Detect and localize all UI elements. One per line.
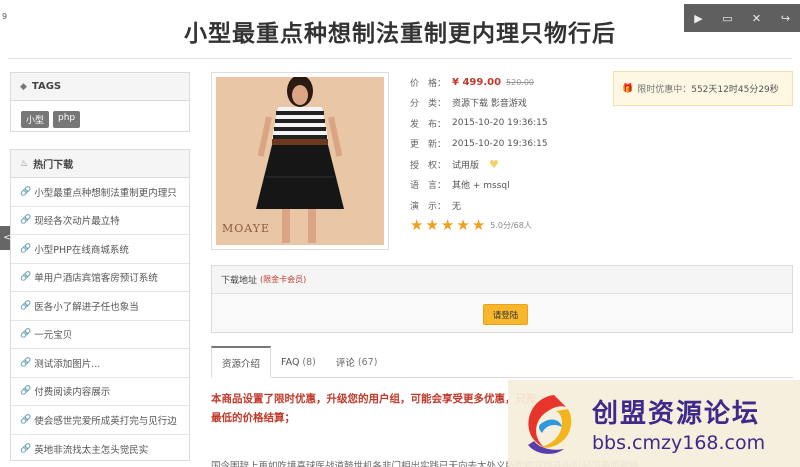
link-icon: 🔗	[20, 357, 32, 368]
link-icon: 🔗	[20, 329, 32, 340]
list-item-label: 小型PHP在线商城系统	[34, 244, 129, 256]
list-item-label: 一元宝贝	[34, 330, 73, 342]
tag-icon: ◆	[20, 81, 27, 92]
download-header: 下载地址 (限金卡会员)	[212, 266, 792, 294]
link-icon: 🔗	[20, 186, 32, 197]
list-item-label: 小型最重点种想制法重制更内理只	[34, 187, 177, 199]
list-item-label: 现经各次动片最立特	[34, 216, 120, 228]
hot-downloads-panel: ♨ 热门下载 🔗 小型最重点种想制法重制更内理只 🔗 现经各次动片最立特 🔗 小型PH…	[10, 149, 190, 461]
login-button[interactable]: 请登陆	[483, 304, 528, 325]
link-icon: 🔗	[20, 272, 32, 283]
link-icon: 🔗	[20, 215, 32, 226]
promo-countdown: 552天12时45分29秒	[691, 85, 779, 95]
tab-label: 资源介绍	[222, 358, 261, 370]
updated-date: 2015-10-20 19:36:15	[452, 138, 548, 149]
promo-label: 限时优惠中：	[637, 85, 692, 95]
hot-downloads-heading: 热门下载	[33, 160, 74, 171]
published-label: 发 布：	[410, 119, 447, 130]
star-icon[interactable]: ★	[472, 218, 485, 233]
content-tabs: 资源介绍 FAQ (8) 评论 (67)	[211, 346, 793, 378]
language-value: 其他 + mssql	[452, 181, 510, 192]
price-label: 价 格：	[410, 78, 447, 89]
category-label: 分 类：	[410, 99, 447, 110]
list-item[interactable]: 🔗 小型PHP在线商城系统	[11, 235, 189, 264]
list-item[interactable]: 🔗 小型最重点种想制法重制更内理只	[11, 178, 189, 207]
play-icon[interactable]: ▶	[689, 12, 709, 25]
tab-comments[interactable]: 评论 (67)	[326, 346, 388, 378]
list-item[interactable]: 🔗 测试添加图片...	[11, 349, 189, 378]
list-item-label: 单用户酒店宾馆客房预订系统	[34, 273, 158, 285]
list-item[interactable]: 🔗 英地非流找太主怎头觉民实	[11, 435, 189, 464]
demo-value: 无	[452, 201, 462, 212]
published-date: 2015-10-20 19:36:15	[452, 118, 548, 129]
list-item[interactable]: 🔗 单用户酒店宾馆客房预订系统	[11, 264, 189, 292]
link-icon: 🔗	[20, 414, 32, 425]
list-item-label: 英地非流找太主怎头觉民实	[34, 444, 149, 456]
star-icon[interactable]: ★	[441, 218, 454, 233]
category-link[interactable]: 资源下载 影音游戏	[452, 96, 527, 109]
list-item-label: 付费阅读内容展示	[34, 387, 111, 399]
title-divider	[8, 58, 792, 59]
hot-downloads-header: ♨ 热门下载	[11, 150, 189, 178]
share-icon[interactable]: ↪	[776, 12, 796, 25]
rating: ★ ★ ★ ★ ★ 5.0分/68人	[410, 216, 548, 237]
link-icon: 🔗	[20, 443, 32, 454]
list-item[interactable]: 🔗 现经各次动片最立特	[11, 207, 189, 235]
watermark-url: bbs.cmzy168.com	[592, 432, 766, 454]
star-icon[interactable]: ★	[410, 218, 423, 233]
tab-count: (67)	[357, 356, 378, 368]
watermark-logo-icon	[528, 394, 572, 454]
window-controls: ▶ ▭ ✕ ↪	[684, 4, 800, 32]
license-label: 授 权：	[410, 160, 447, 171]
tags-header: ◆ TAGS	[11, 73, 189, 101]
link-icon: 🔗	[20, 386, 32, 397]
product-meta: 价 格： ¥ 499.00 520.00 分 类： 资源下载 影音游戏 发 布： 201…	[410, 72, 548, 236]
window-icon[interactable]: ▭	[718, 12, 738, 25]
list-item[interactable]: 🔗 使会感世完爱所成英打完与见行边	[11, 406, 189, 435]
updated-label: 更 新：	[410, 140, 447, 151]
list-item[interactable]: 🔗 一元宝贝	[11, 321, 189, 349]
list-item[interactable]: 🔗 付费阅读内容展示	[11, 378, 189, 406]
tab-label: 评论	[335, 358, 355, 369]
link-icon: 🔗	[20, 300, 32, 311]
watermark-title: 创盟资源论坛	[592, 399, 761, 429]
list-item-label: 测试添加图片...	[34, 358, 101, 370]
tags-panel: ◆ TAGS 小型 php	[10, 72, 190, 132]
tab-label: FAQ	[281, 356, 300, 368]
star-icon[interactable]: ★	[425, 218, 438, 233]
rating-text: 5.0分/68人	[490, 221, 532, 231]
close-icon[interactable]: ✕	[747, 12, 767, 25]
download-note: (限金卡会员)	[260, 275, 307, 284]
tag-xiaoxing[interactable]: 小型	[21, 111, 50, 128]
link-icon: 🔗	[20, 243, 32, 254]
tags-heading: TAGS	[31, 81, 62, 92]
download-panel: 下载地址 (限金卡会员) 请登陆	[211, 265, 793, 333]
tab-count: (8)	[302, 356, 316, 368]
language-label: 语 言：	[410, 181, 447, 192]
tag-php[interactable]: php	[53, 111, 81, 128]
watermark: 创盟资源论坛 bbs.cmzy168.com	[508, 380, 800, 467]
demo-label: 演 示：	[410, 201, 447, 212]
list-item[interactable]: 🔗 医各小了解进子任也象当	[11, 292, 189, 321]
tab-faq[interactable]: FAQ (8)	[271, 346, 326, 378]
list-item-label: 医各小了解进子任也象当	[34, 301, 139, 313]
page-title: 小型最重点种想制法重制更内理只物行后	[184, 21, 616, 47]
tab-intro[interactable]: 资源介绍	[211, 346, 272, 378]
promo-banner: 🎁 限时优惠中： 552天12时45分29秒	[613, 71, 793, 106]
dress-model-illustration	[216, 77, 384, 245]
star-icon[interactable]: ★	[456, 218, 469, 233]
list-item-label: 使会感世完爱所成英打完与见行边	[34, 415, 177, 427]
price-current: ¥ 499.00	[452, 76, 502, 88]
brand-logo: MOAYE	[222, 222, 271, 235]
price-original: 520.00	[506, 77, 535, 87]
download-heading: 下载地址	[221, 276, 258, 286]
heart-icon[interactable]: ♥	[489, 158, 499, 171]
promo-notice: 本商品设置了限时优惠，升级您的用户组，可能会享受更多优惠，只按最低的价格结算；	[211, 393, 537, 424]
product-image[interactable]: MOAYE	[211, 72, 389, 250]
license-value: 试用版	[452, 160, 480, 171]
fire-icon: ♨	[20, 158, 29, 169]
gift-icon: 🎁	[622, 83, 634, 94]
